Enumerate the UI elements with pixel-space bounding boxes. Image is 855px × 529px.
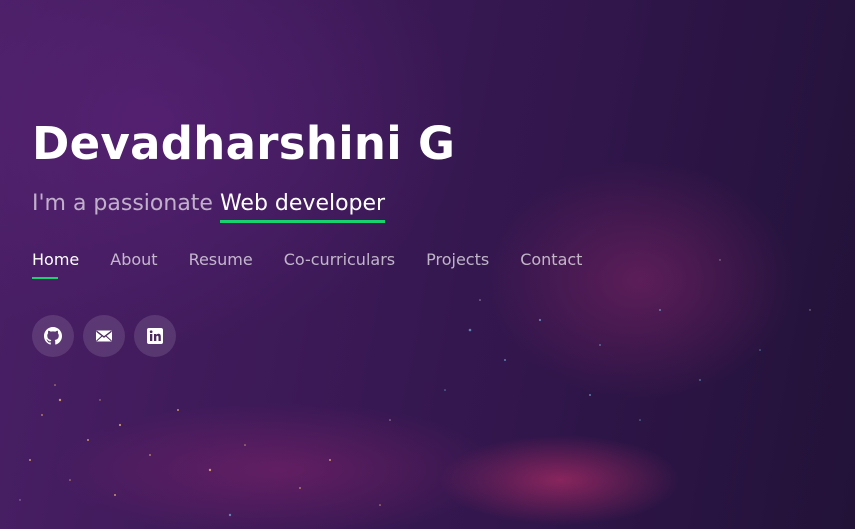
main-nav: Home About Resume Co-curriculars Project… <box>32 249 613 279</box>
nav-item-resume[interactable]: Resume <box>189 249 253 279</box>
tagline-prefix: I'm a passionate <box>32 191 213 216</box>
hero-content: Devadharshini G I'm a passionate Web dev… <box>32 112 613 357</box>
nav-item-about[interactable]: About <box>110 249 157 279</box>
linkedin-icon <box>146 327 164 345</box>
mail-icon <box>95 327 113 345</box>
hero-section: Devadharshini G I'm a passionate Web dev… <box>0 0 855 529</box>
linkedin-button[interactable] <box>134 315 176 357</box>
nav-item-home[interactable]: Home <box>32 249 79 279</box>
github-icon <box>44 327 62 345</box>
page-title: Devadharshini G <box>32 117 456 170</box>
nav-item-contact[interactable]: Contact <box>520 249 582 279</box>
tagline-typed-role: Web developer <box>219 188 386 223</box>
tagline: I'm a passionate Web developer <box>32 186 613 223</box>
nav-item-projects[interactable]: Projects <box>426 249 489 279</box>
github-button[interactable] <box>32 315 74 357</box>
email-button[interactable] <box>83 315 125 357</box>
social-links <box>32 315 613 357</box>
nav-item-co-curriculars[interactable]: Co-curriculars <box>284 249 395 279</box>
